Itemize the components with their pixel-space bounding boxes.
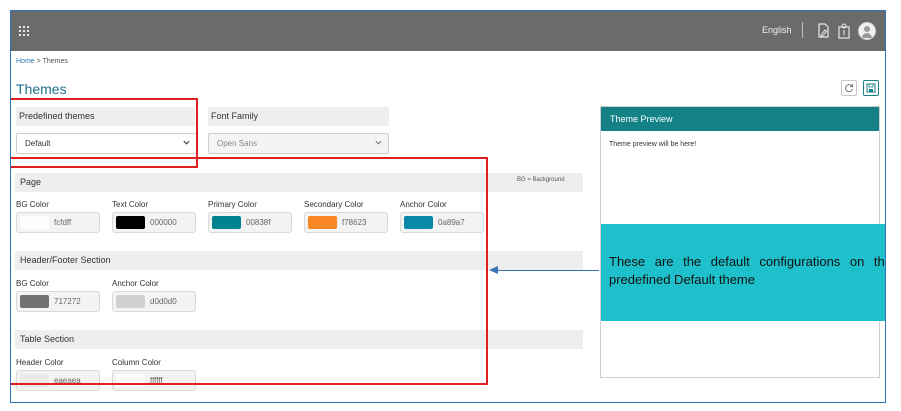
bg-legend-note: BG = Background bbox=[517, 177, 565, 183]
language-selector[interactable]: English bbox=[762, 25, 792, 35]
theme-preview-title: Theme Preview bbox=[601, 107, 879, 131]
theme-preview-body: Theme preview will be here! bbox=[609, 141, 697, 148]
annotation-arrow-line bbox=[498, 270, 599, 271]
breadcrumb-current: Themes bbox=[42, 58, 68, 65]
breadcrumb: Home > Themes bbox=[16, 58, 68, 65]
breadcrumb-separator: > bbox=[36, 58, 41, 65]
font-family-label: Font Family bbox=[208, 107, 389, 126]
user-avatar[interactable] bbox=[858, 22, 876, 40]
default-config-highlight bbox=[11, 157, 488, 385]
font-family-select[interactable]: Open Sans bbox=[208, 133, 389, 154]
annotation-callout: These are the default configurations on … bbox=[601, 224, 885, 321]
font-family-value: Open Sans bbox=[217, 139, 258, 148]
refresh-icon bbox=[845, 84, 853, 93]
divider bbox=[802, 22, 803, 38]
breadcrumb-home-link[interactable]: Home bbox=[16, 58, 35, 65]
top-bar: English bbox=[11, 11, 885, 51]
annotation-arrow-head bbox=[489, 266, 498, 274]
save-button[interactable] bbox=[863, 80, 879, 96]
save-icon bbox=[866, 83, 876, 93]
app-launcher-icon[interactable] bbox=[19, 26, 29, 36]
document-edit-icon[interactable] bbox=[816, 23, 830, 39]
app-frame: English Home > Themes Themes Predefined … bbox=[10, 10, 886, 403]
page-title: Themes bbox=[16, 81, 67, 97]
reset-button[interactable] bbox=[841, 80, 857, 96]
clipboard-user-icon[interactable] bbox=[837, 23, 851, 39]
chevron-down-icon bbox=[375, 140, 382, 145]
